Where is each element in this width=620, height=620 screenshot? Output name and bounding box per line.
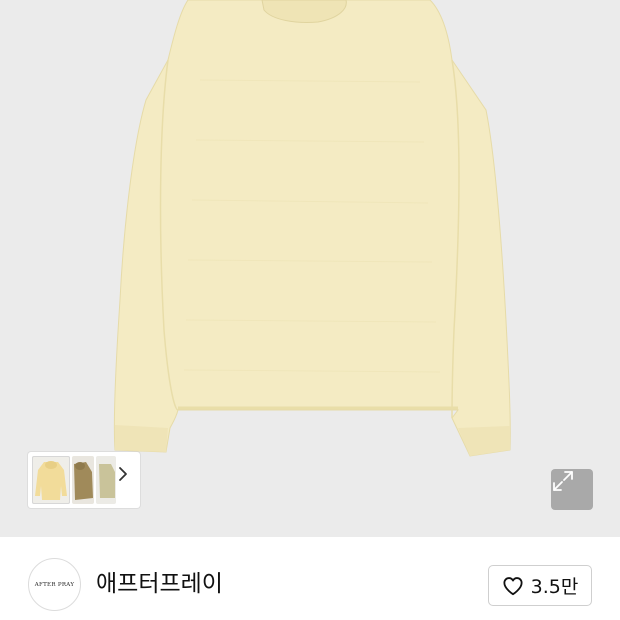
thumbnail-next-button[interactable] xyxy=(118,466,138,494)
heart-outline-icon xyxy=(503,576,523,595)
cream-hoodie-thumbnail xyxy=(35,461,67,500)
product-image-viewer[interactable] xyxy=(0,0,620,537)
brand-logo[interactable]: AFTER PRAY xyxy=(28,558,81,611)
olive-hoodie-thumbnail xyxy=(74,462,93,500)
like-count: 3.5만 xyxy=(530,576,579,598)
thumbnail-strip xyxy=(28,452,140,508)
expand-image-button[interactable] xyxy=(551,469,593,510)
thumbnail-2[interactable] xyxy=(72,456,94,504)
chevron-right-icon xyxy=(119,467,127,481)
brand-bar: AFTER PRAY 애프터프레이 3.5만 xyxy=(0,537,620,620)
brand-logo-text: AFTER PRAY xyxy=(34,581,75,588)
khaki-shirt-thumbnail xyxy=(99,464,115,498)
like-button[interactable]: 3.5만 xyxy=(488,565,592,606)
thumbnail-3[interactable] xyxy=(96,456,116,504)
thumbnail-1[interactable] xyxy=(32,456,70,504)
expand-arrows-icon xyxy=(553,471,573,491)
brand-name[interactable]: 애프터프레이 xyxy=(96,570,223,598)
